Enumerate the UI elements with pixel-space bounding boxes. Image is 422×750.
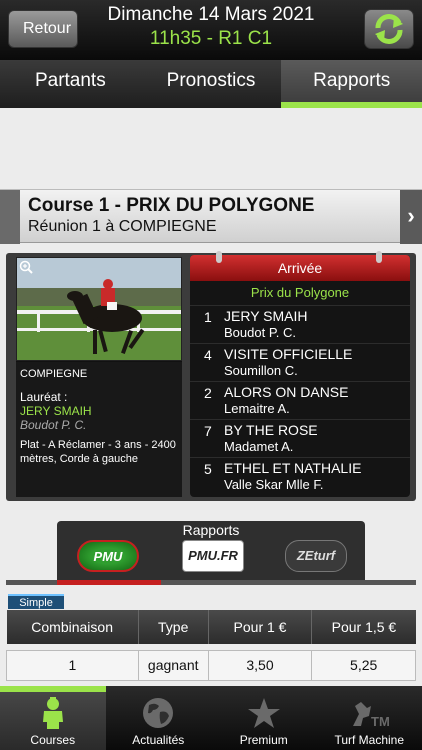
nav-actualites[interactable]: Actualités (106, 686, 212, 750)
cell-pour-1-5: 5,25 (311, 649, 416, 681)
race-photo-image (17, 258, 181, 360)
pin-icon (216, 251, 222, 263)
column-header: Combinaison (6, 610, 139, 644)
race-description: Plat - A Réclamer - 3 ans - 2400 mètres,… (20, 439, 176, 465)
arrivee-race-name: Prix du Polygone (250, 285, 350, 300)
arrivee-jockey: Madamet A. (224, 439, 294, 454)
nav-actualites-label: Actualités (132, 733, 185, 747)
nav-turf-machine[interactable]: TM Turf Machine (317, 686, 422, 750)
banner-prev-edge (0, 190, 20, 244)
arrivee-list: 1 JERY SMAIH Boudot P. C. 4 VISITE OFFIC… (190, 305, 410, 495)
venue-name: COMPIEGNE (20, 368, 88, 380)
laureat-horse: JERY SMAIH (20, 404, 92, 418)
rapports-title: Rapports (182, 522, 240, 538)
provider-pmufr-label: PMU.FR (188, 548, 238, 563)
zoom-icon[interactable] (19, 260, 33, 274)
arrivee-jockey: Valle Skar Mlle F. (224, 477, 324, 492)
table-header-row: Combinaison Type Pour 1 € Pour 1,5 € (6, 610, 416, 644)
svg-text:TM: TM (371, 714, 389, 729)
globe-icon (143, 698, 174, 728)
cell-pour-1: 3,50 (207, 649, 313, 681)
refresh-icon (375, 14, 403, 44)
arrivee-horse: JERY SMAIH (224, 308, 308, 324)
arrivee-item[interactable]: 4 VISITE OFFICIELLE Soumillon C. (190, 343, 410, 381)
table-row: 1 gagnant 3,50 5,25 (6, 649, 416, 681)
arrivee-jockey: Lemaitre A. (224, 401, 290, 416)
arrivee-number: 4 (204, 347, 212, 363)
race-photo[interactable] (16, 257, 182, 361)
tab-rapports[interactable]: Rapports (281, 60, 422, 108)
arrivee-jockey: Soumillon C. (224, 363, 298, 378)
main-tabs: Partants Pronostics Rapports (0, 60, 422, 108)
arrivee-number: 2 (204, 385, 212, 401)
nav-premium[interactable]: Premium (211, 686, 317, 750)
course-subtitle: Réunion 1 à COMPIEGNE (28, 218, 217, 235)
arrivee-horse: BY THE ROSE (224, 422, 318, 438)
bottom-nav: Courses Actualités Premium TM Turf Machi… (0, 686, 422, 750)
cell-combinaison: 1 (6, 649, 139, 681)
provider-pmufr-button[interactable]: PMU.FR (182, 540, 244, 572)
arrivee-item[interactable]: 2 ALORS ON DANSE Lemaitre A. (190, 381, 410, 419)
arrivee-number: 7 (204, 423, 212, 439)
laureat-label: Lauréat : (20, 390, 68, 404)
rapports-table: Combinaison Type Pour 1 € Pour 1,5 € 1 g… (6, 610, 416, 681)
race-info-card: COMPIEGNE Lauréat : JERY SMAIH Boudot P.… (16, 361, 182, 497)
column-header: Type (138, 610, 209, 644)
race-time: 11h35 - R1 C1 (149, 28, 273, 49)
provider-pmu-label: PMU (93, 549, 123, 564)
arrivee-jockey: Boudot P. C. (224, 325, 297, 340)
provider-zeturf-label: ZEturf (296, 548, 336, 563)
arrivee-item[interactable]: 7 BY THE ROSE Madamet A. (190, 419, 410, 457)
course-banner[interactable]: Course 1 - PRIX DU POLYGONE Réunion 1 à … (0, 189, 422, 244)
arrivee-number: 5 (204, 461, 212, 477)
next-course-chevron-icon[interactable]: › (400, 190, 422, 244)
nav-courses[interactable]: Courses (0, 686, 106, 750)
arrivee-item[interactable]: 1 JERY SMAIH Boudot P. C. (190, 305, 410, 343)
arrivee-number: 1 (204, 309, 212, 325)
nav-courses-label: Courses (30, 733, 76, 747)
arrivee-panel: Arrivée Prix du Polygone 1 JERY SMAIH Bo… (190, 251, 410, 497)
arrivee-horse: ALORS ON DANSE (224, 384, 349, 400)
provider-zeturf-button[interactable]: ZEturf (285, 540, 347, 572)
rapports-active-indicator (57, 580, 161, 585)
bet-type-tag: Simple (8, 594, 64, 609)
arrivee-horse: ETHEL ET NATHALIE (224, 460, 362, 476)
column-header: Pour 1,5 € (311, 610, 416, 644)
course-title: Course 1 - PRIX DU POLYGONE (28, 195, 315, 216)
rapports-provider-box: Rapports PMU PMU.FR ZEturf (57, 521, 365, 581)
tab-pronostics[interactable]: Pronostics (141, 60, 282, 108)
provider-pmu-button[interactable]: PMU (77, 540, 139, 572)
star-icon (247, 698, 280, 728)
top-bar: Retour Dimanche 14 Mars 2021 11h35 - R1 … (0, 0, 422, 60)
arrivee-horse: VISITE OFFICIELLE (224, 346, 353, 362)
jockey-icon (42, 697, 63, 729)
refresh-button[interactable] (364, 9, 414, 49)
tab-partants[interactable]: Partants (0, 60, 141, 108)
nav-turf-machine-label: Turf Machine (334, 733, 405, 747)
race-panel: COMPIEGNE Lauréat : JERY SMAIH Boudot P.… (6, 251, 416, 501)
column-header: Pour 1 € (208, 610, 313, 644)
nav-premium-label: Premium (239, 733, 288, 747)
race-date: Dimanche 14 Mars 2021 (107, 4, 315, 25)
turf-machine-icon: TM (353, 702, 389, 729)
laureat-jockey: Boudot P. C. (20, 418, 87, 432)
cell-type: gagnant (137, 649, 209, 681)
arrivee-item[interactable]: 5 ETHEL ET NATHALIE Valle Skar Mlle F. (190, 457, 410, 495)
pin-icon (376, 251, 382, 263)
